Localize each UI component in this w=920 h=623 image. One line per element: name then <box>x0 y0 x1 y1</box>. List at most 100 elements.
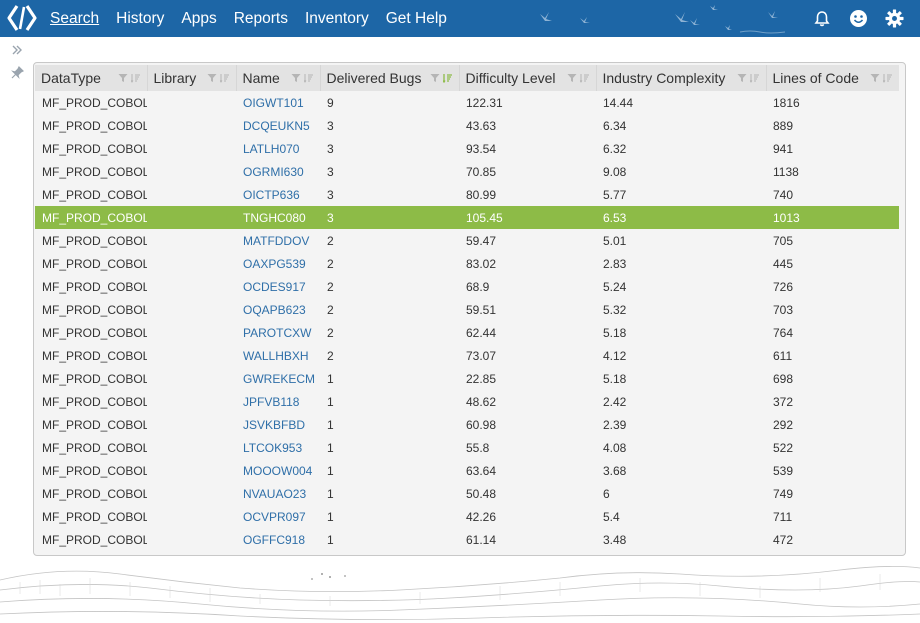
nav-history[interactable]: History <box>116 10 164 28</box>
cell-difficulty-level: 73.07 <box>466 348 497 363</box>
cell-name[interactable]: OAXPG539 <box>236 252 320 275</box>
column-header-name[interactable]: Name <box>236 65 321 91</box>
cell-name[interactable]: DCQEUKN5 <box>236 114 320 137</box>
column-header-datatype[interactable]: DataType <box>35 65 148 91</box>
cell-difficulty-level: 62.44 <box>466 325 497 340</box>
cell-delivered-bugs: 3 <box>327 141 334 156</box>
table-row[interactable]: MF_PROD_COBOL JPFVB118 1 48.62 2.42 372 <box>35 390 899 413</box>
cell-name[interactable]: NVAUAO23 <box>236 482 320 505</box>
sort-icon[interactable] <box>749 70 760 86</box>
sort-icon[interactable] <box>882 70 893 86</box>
cell-name[interactable]: OGFFC918 <box>236 528 320 551</box>
double-chevron-right-icon[interactable] <box>10 44 24 58</box>
cell-industry-complexity: 4.08 <box>603 440 627 455</box>
table-row[interactable]: MF_PROD_COBOL OCDES917 2 68.9 5.24 726 <box>35 275 899 298</box>
cell-name[interactable]: OCDES917 <box>236 275 320 298</box>
cell-library <box>147 91 236 114</box>
column-header-library[interactable]: Library <box>147 65 237 91</box>
cell-datatype: MF_PROD_COBOL <box>42 187 147 202</box>
filter-icon[interactable] <box>207 70 217 86</box>
cell-delivered-bugs: 9 <box>327 95 334 110</box>
cell-name[interactable]: PAROTCXW <box>236 321 320 344</box>
cell-name[interactable]: LATLH070 <box>236 137 320 160</box>
nav-apps[interactable]: Apps <box>181 10 216 28</box>
table-row[interactable]: MF_PROD_COBOL NVAUAO23 1 50.48 6 749 <box>35 482 899 505</box>
table-row[interactable]: MF_PROD_COBOL MOOOW004 1 63.64 3.68 539 <box>35 459 899 482</box>
table-row[interactable]: MF_PROD_COBOL OQAPB623 2 59.51 5.32 703 <box>35 298 899 321</box>
cell-name[interactable]: MOOOW004 <box>236 459 320 482</box>
table-row[interactable]: MF_PROD_COBOL TNGHC080 3 105.45 6.53 1013 <box>35 206 899 229</box>
top-navigation-bar: Search History Apps Reports Inventory Ge… <box>0 0 920 37</box>
filter-icon[interactable] <box>737 70 747 86</box>
cell-delivered-bugs: 2 <box>327 325 334 340</box>
cell-name[interactable]: OGRMI630 <box>236 160 320 183</box>
gear-icon[interactable] <box>884 9 904 29</box>
nav-inventory[interactable]: Inventory <box>305 10 369 28</box>
cell-difficulty-level: 42.26 <box>466 509 497 524</box>
cell-industry-complexity: 5.18 <box>603 325 627 340</box>
cell-difficulty-level: 68.9 <box>466 279 490 294</box>
sort-descending-active-icon[interactable] <box>441 70 453 86</box>
filter-icon[interactable] <box>567 70 577 86</box>
cell-delivered-bugs: 1 <box>327 394 334 409</box>
column-header-label: Difficulty Level <box>465 70 556 86</box>
cell-delivered-bugs: 1 <box>327 417 334 432</box>
cell-name[interactable]: OIGWT101 <box>236 91 320 114</box>
pin-icon[interactable] <box>10 65 24 80</box>
cell-difficulty-level: 105.45 <box>459 206 596 229</box>
cell-difficulty-level: 70.85 <box>466 164 497 179</box>
cell-difficulty-level: 22.85 <box>466 371 497 386</box>
table-row[interactable]: MF_PROD_COBOL DCQEUKN5 3 43.63 6.34 889 <box>35 114 899 137</box>
smiley-icon[interactable] <box>848 9 868 29</box>
cell-name[interactable]: WALLHBXH <box>236 344 320 367</box>
table-row[interactable]: MF_PROD_COBOL LTCOK953 1 55.8 4.08 522 <box>35 436 899 459</box>
table-row[interactable]: MF_PROD_COBOL JSVKBFBD 1 60.98 2.39 292 <box>35 413 899 436</box>
bell-icon[interactable] <box>812 9 832 29</box>
column-header-industry-complexity[interactable]: Industry Complexity <box>596 65 767 91</box>
table-row[interactable]: MF_PROD_COBOL OICTP636 3 80.99 5.77 740 <box>35 183 899 206</box>
cell-delivered-bugs: 2 <box>327 233 334 248</box>
cell-name[interactable]: OCVPR097 <box>236 505 320 528</box>
table-row[interactable]: MF_PROD_COBOL MATFDDOV 2 59.47 5.01 705 <box>35 229 899 252</box>
nav-get-help[interactable]: Get Help <box>386 10 447 28</box>
filter-icon[interactable] <box>291 70 301 86</box>
table-row[interactable]: MF_PROD_COBOL OGRMI630 3 70.85 9.08 1138 <box>35 160 899 183</box>
column-header-lines-of-code[interactable]: Lines of Code <box>766 65 899 91</box>
filter-icon[interactable] <box>118 70 128 86</box>
table-row[interactable]: MF_PROD_COBOL WALLHBXH 2 73.07 4.12 611 <box>35 344 899 367</box>
column-header-difficulty-level[interactable]: Difficulty Level <box>459 65 597 91</box>
cell-name[interactable]: OQAPB623 <box>236 298 320 321</box>
cell-industry-complexity: 6.32 <box>603 141 627 156</box>
cell-delivered-bugs: 2 <box>327 302 334 317</box>
table-row[interactable]: MF_PROD_COBOL OIGWT101 9 122.31 14.44 1816 <box>35 91 899 114</box>
cell-name[interactable]: GWREKECM <box>236 367 320 390</box>
cell-lines-of-code: 1013 <box>766 206 899 229</box>
sort-icon[interactable] <box>219 70 230 86</box>
sort-icon[interactable] <box>579 70 590 86</box>
sort-icon[interactable] <box>303 70 314 86</box>
nav-search[interactable]: Search <box>50 10 99 28</box>
column-header-label: Library <box>153 70 197 86</box>
table-row[interactable]: MF_PROD_COBOL OAXPG539 2 83.02 2.83 445 <box>35 252 899 275</box>
sort-icon[interactable] <box>130 70 141 86</box>
cell-name[interactable]: JPFVB118 <box>236 390 320 413</box>
table-row[interactable]: MF_PROD_COBOL LATLH070 3 93.54 6.32 941 <box>35 137 899 160</box>
cell-name[interactable]: MATFDDOV <box>236 229 320 252</box>
table-row[interactable]: MF_PROD_COBOL PAROTCXW 2 62.44 5.18 764 <box>35 321 899 344</box>
table-row[interactable]: MF_PROD_COBOL OCVPR097 1 42.26 5.4 711 <box>35 505 899 528</box>
code-brackets-logo[interactable] <box>6 3 38 33</box>
table-row[interactable]: MF_PROD_COBOL GWREKECM 1 22.85 5.18 698 <box>35 367 899 390</box>
filter-icon[interactable] <box>870 70 880 86</box>
cell-lines-of-code: 611 <box>773 348 793 363</box>
cell-name[interactable]: LTCOK953 <box>236 436 320 459</box>
cell-datatype: MF_PROD_COBOL <box>42 509 147 524</box>
table-row[interactable]: MF_PROD_COBOL OGFFC918 1 61.14 3.48 472 <box>35 528 899 551</box>
filter-icon[interactable] <box>430 70 440 86</box>
cell-name[interactable]: JSVKBFBD <box>236 413 320 436</box>
cell-difficulty-level: 50.48 <box>466 486 497 501</box>
cell-datatype: MF_PROD_COBOL <box>42 164 147 179</box>
cell-name[interactable]: OICTP636 <box>236 183 320 206</box>
cell-name[interactable]: TNGHC080 <box>236 206 320 229</box>
column-header-delivered-bugs[interactable]: Delivered Bugs <box>320 65 460 91</box>
nav-reports[interactable]: Reports <box>234 10 288 28</box>
